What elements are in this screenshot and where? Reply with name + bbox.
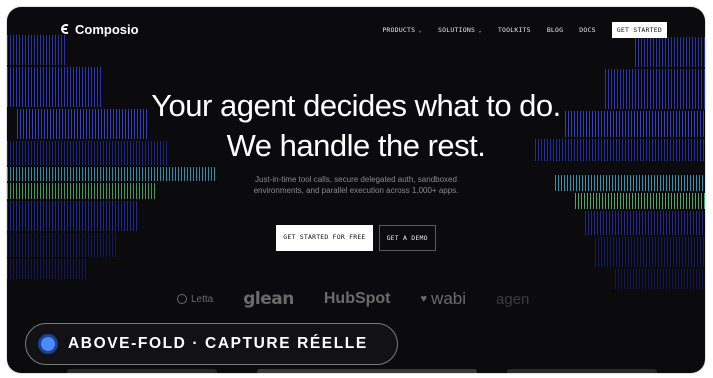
wabi-logo: ♥ wabi [421, 289, 467, 309]
nav-item-label: DOCS [579, 26, 596, 34]
nav-item-label: BLOG [546, 26, 564, 34]
customer-logos: Letta glean HubSpot ♥ wabi agen [177, 289, 529, 309]
record-dot-icon [38, 334, 58, 354]
agen-logo: agen [496, 290, 530, 308]
hubspot-logo: HubSpot [323, 290, 391, 307]
hero-title-line1: Your agent decides what to do. [151, 88, 561, 123]
peek-bar [257, 369, 477, 373]
next-section-peek [7, 367, 705, 373]
get-demo-button[interactable]: GET A DEMO [378, 225, 436, 251]
get-started-free-button[interactable]: GET STARTED FOR FREE [276, 225, 373, 251]
brand-name: Composio [75, 22, 139, 37]
peek-bar [67, 369, 217, 373]
nav-item-label: TOOLKITS [497, 26, 531, 34]
nav-item-products[interactable]: PRODUCTS ⌄ [382, 26, 422, 34]
brand-logo[interactable]: Composio [59, 22, 139, 37]
hero-subtitle-line2: environments, and parallel execution acr… [253, 186, 459, 195]
hero-subtitle-line1: Just-in-time tool calls, secure delegate… [255, 175, 457, 184]
browser-frame: Composio PRODUCTS ⌄ SOLUTIONS ⌄ TOOLKITS… [7, 7, 705, 373]
hero-cta-row: GET STARTED FOR FREE GET A DEMO [7, 225, 705, 251]
get-started-button[interactable]: GET STARTED [611, 22, 667, 38]
nav-item-label: PRODUCTS [382, 26, 416, 34]
letta-ring-icon [177, 294, 187, 304]
capture-caption-badge: ABOVE-FOLD · CAPTURE RÉELLE [25, 323, 398, 365]
nav-menu: PRODUCTS ⌄ SOLUTIONS ⌄ TOOLKITS BLOG DOC… [382, 22, 667, 38]
nav-item-solutions[interactable]: SOLUTIONS ⌄ [438, 26, 482, 34]
chevron-down-icon: ⌄ [418, 26, 423, 34]
composio-logo-icon [59, 23, 71, 37]
wabi-mark-icon: ♥ [420, 293, 428, 305]
glean-logo: glean [243, 289, 294, 309]
logo-text: Letta [191, 293, 214, 305]
chevron-down-icon: ⌄ [478, 26, 482, 34]
logo-text: wabi [431, 289, 467, 308]
nav-item-blog[interactable]: BLOG [547, 26, 563, 34]
nav-item-label: SOLUTIONS [438, 26, 476, 34]
nav-item-toolkits[interactable]: TOOLKITS [498, 26, 531, 34]
hero-title-line2: We handle the rest. [226, 128, 486, 163]
letta-logo: Letta [177, 294, 213, 305]
caption-text: ABOVE-FOLD · CAPTURE RÉELLE [68, 335, 368, 352]
top-navbar: Composio PRODUCTS ⌄ SOLUTIONS ⌄ TOOLKITS… [7, 7, 705, 53]
peek-bar [507, 369, 657, 373]
nav-item-docs[interactable]: DOCS [579, 26, 595, 34]
